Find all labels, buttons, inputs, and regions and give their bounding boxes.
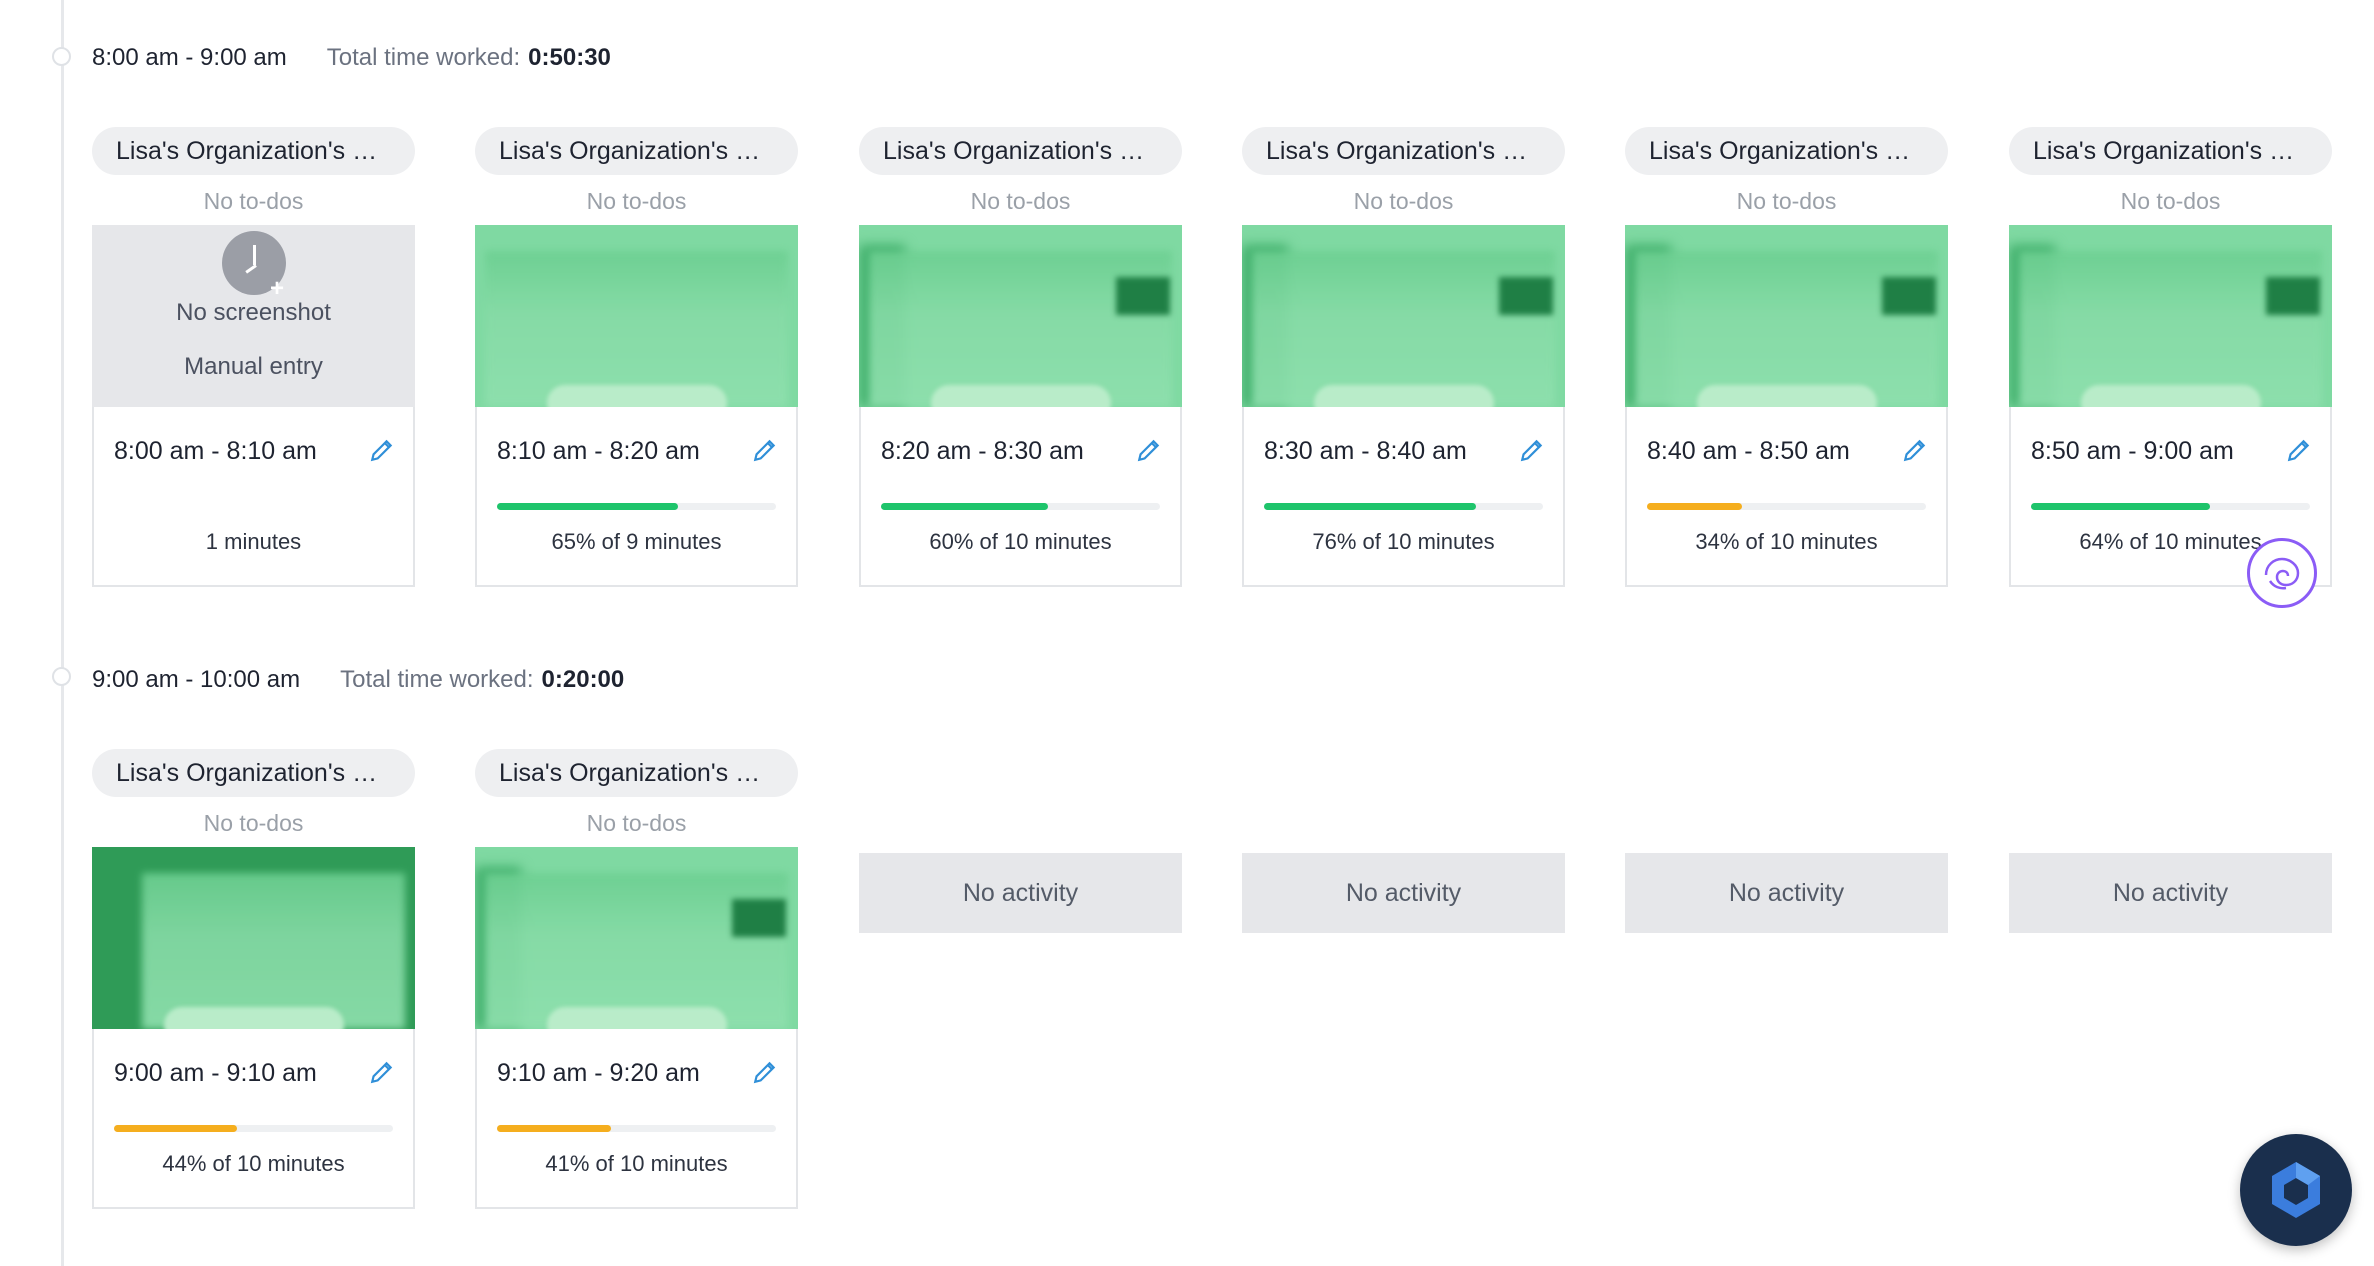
time-slot-card: Lisa's Organization's Project No to-dos …: [859, 127, 1182, 587]
activity-bar-fill: [497, 1125, 612, 1132]
screenshot-thumbnail[interactable]: [1625, 225, 1948, 407]
launcher-glyph: [2272, 1162, 2320, 1218]
slot-info: 8:20 am - 8:30 am 60% of 10 minutes: [859, 407, 1182, 587]
pencil-icon[interactable]: [369, 437, 395, 463]
brain-glyph: [2264, 557, 2300, 590]
time-slot-card: Lisa's Organization's Project No to-dos …: [1625, 127, 1948, 587]
project-name-pill[interactable]: Lisa's Organization's Project: [859, 127, 1182, 175]
pencil-icon[interactable]: [369, 1059, 395, 1085]
activity-bar-fill: [1647, 503, 1742, 510]
slot-info: 8:00 am - 8:10 am 1 minutes: [92, 407, 415, 587]
slot-info: 8:30 am - 8:40 am 76% of 10 minutes: [1242, 407, 1565, 587]
todos-label: No to-dos: [1736, 188, 1837, 214]
slot-time-range: 8:20 am - 8:30 am: [881, 437, 1084, 465]
slot-info: 9:00 am - 9:10 am 44% of 10 minutes: [92, 1029, 415, 1209]
no-activity-block: No activity: [1242, 853, 1565, 933]
screenshot-thumbnail[interactable]: [475, 225, 798, 407]
slot-time-range: 8:30 am - 8:40 am: [1264, 437, 1467, 465]
pencil-icon[interactable]: [752, 1059, 778, 1085]
activity-bar-fill: [497, 503, 679, 510]
total-time-label: Total time worked:: [326, 44, 521, 71]
slot-time-range: 8:10 am - 8:20 am: [497, 437, 700, 465]
pencil-icon[interactable]: [1902, 437, 1928, 463]
activity-bar: [2031, 503, 2310, 510]
no-activity-block: No activity: [859, 853, 1182, 933]
screenshot-placeholder: + No screenshot Manual entry: [92, 225, 415, 407]
project-name-pill[interactable]: Lisa's Organization's Project: [1242, 127, 1565, 175]
slot-time-range: 8:50 am - 9:00 am: [2031, 437, 2234, 465]
pencil-icon[interactable]: [1519, 437, 1545, 463]
hour-header: 8:00 am - 9:00 am Total time worked: 0:5…: [92, 38, 611, 78]
activity-label: 76% of 10 minutes: [1312, 529, 1495, 554]
screenshot-thumbnail[interactable]: [1242, 225, 1565, 407]
activity-bar-fill: [881, 503, 1049, 510]
time-slot-card: Lisa's Organization's Project No to-dos …: [92, 749, 415, 1209]
timeline-line: [61, 0, 64, 1266]
screenshot-thumbnail[interactable]: [2009, 225, 2332, 407]
activity-bar: [1647, 503, 1926, 510]
activity-label: 34% of 10 minutes: [1695, 529, 1878, 554]
activity-label: 60% of 10 minutes: [929, 529, 1112, 554]
no-activity-block: No activity: [2009, 853, 2332, 933]
pencil-icon[interactable]: [1136, 437, 1162, 463]
hour-range: 9:00 am - 10:00 am: [92, 666, 301, 693]
screenshot-thumbnail[interactable]: [92, 847, 415, 1029]
activity-label: 1 minutes: [205, 529, 302, 554]
activity-bar-fill: [2031, 503, 2210, 510]
total-time-label: Total time worked:: [340, 666, 534, 693]
hour-marker-dot: [52, 667, 71, 686]
activity-label: 41% of 10 minutes: [545, 1151, 728, 1176]
slot-time-range: 8:40 am - 8:50 am: [1647, 437, 1850, 465]
slot-time-range: 8:00 am - 8:10 am: [114, 437, 317, 465]
hour-header: 9:00 am - 10:00 am Total time worked: 0:…: [92, 660, 624, 700]
total-time-value: 0:20:00: [541, 666, 625, 693]
project-name-pill[interactable]: Lisa's Organization's Project: [92, 749, 415, 797]
pencil-icon[interactable]: [2286, 437, 2312, 463]
activity-bar: [497, 503, 776, 510]
todos-label: No to-dos: [203, 810, 304, 836]
todos-label: No to-dos: [586, 810, 687, 836]
todos-label: No to-dos: [2120, 188, 2221, 214]
brain-icon[interactable]: [2247, 538, 2317, 608]
activity-bar-fill: [114, 1125, 237, 1132]
no-screenshot-label: No screenshot: [176, 299, 331, 326]
time-slot-card: Lisa's Organization's Project No to-dos …: [92, 127, 415, 587]
todos-label: No to-dos: [586, 188, 687, 214]
activity-bar: [881, 503, 1160, 510]
hour-marker-dot: [52, 47, 71, 66]
todos-label: No to-dos: [970, 188, 1071, 214]
activity-bar: [497, 1125, 776, 1132]
activity-label: 65% of 9 minutes: [551, 529, 722, 554]
hour-range: 8:00 am - 9:00 am: [92, 44, 287, 71]
project-name-pill[interactable]: Lisa's Organization's Project: [2009, 127, 2332, 175]
pencil-icon[interactable]: [752, 437, 778, 463]
project-name-pill[interactable]: Lisa's Organization's Project: [92, 127, 415, 175]
activity-bar-fill: [1264, 503, 1477, 510]
screenshot-thumbnail[interactable]: [475, 847, 798, 1029]
time-slot-card: Lisa's Organization's Project No to-dos …: [475, 127, 798, 587]
no-activity-block: No activity: [1625, 853, 1948, 933]
slot-info: 8:40 am - 8:50 am 34% of 10 minutes: [1625, 407, 1948, 587]
manual-entry-label: Manual entry: [184, 353, 323, 380]
activity-bar: [114, 1125, 393, 1132]
time-slot-card: Lisa's Organization's Project No to-dos …: [2009, 127, 2332, 587]
time-slot-card: Lisa's Organization's Project No to-dos …: [1242, 127, 1565, 587]
project-name-pill[interactable]: Lisa's Organization's Project: [475, 749, 798, 797]
activity-bar: [1264, 503, 1543, 510]
project-name-pill[interactable]: Lisa's Organization's Project: [1625, 127, 1948, 175]
todos-label: No to-dos: [203, 188, 304, 214]
total-time-value: 0:50:30: [528, 44, 611, 71]
project-name-pill[interactable]: Lisa's Organization's Project: [475, 127, 798, 175]
help-launcher-icon[interactable]: [2240, 1134, 2352, 1246]
plus-icon: +: [270, 275, 285, 302]
activity-label: 44% of 10 minutes: [162, 1151, 345, 1176]
slot-time-range: 9:00 am - 9:10 am: [114, 1059, 317, 1087]
screenshot-thumbnail[interactable]: [859, 225, 1182, 407]
slot-info: 8:10 am - 8:20 am 65% of 9 minutes: [475, 407, 798, 587]
slot-info: 9:10 am - 9:20 am 41% of 10 minutes: [475, 1029, 798, 1209]
todos-label: No to-dos: [1353, 188, 1454, 214]
slot-time-range: 9:10 am - 9:20 am: [497, 1059, 700, 1087]
time-slot-card: Lisa's Organization's Project No to-dos …: [475, 749, 798, 1209]
